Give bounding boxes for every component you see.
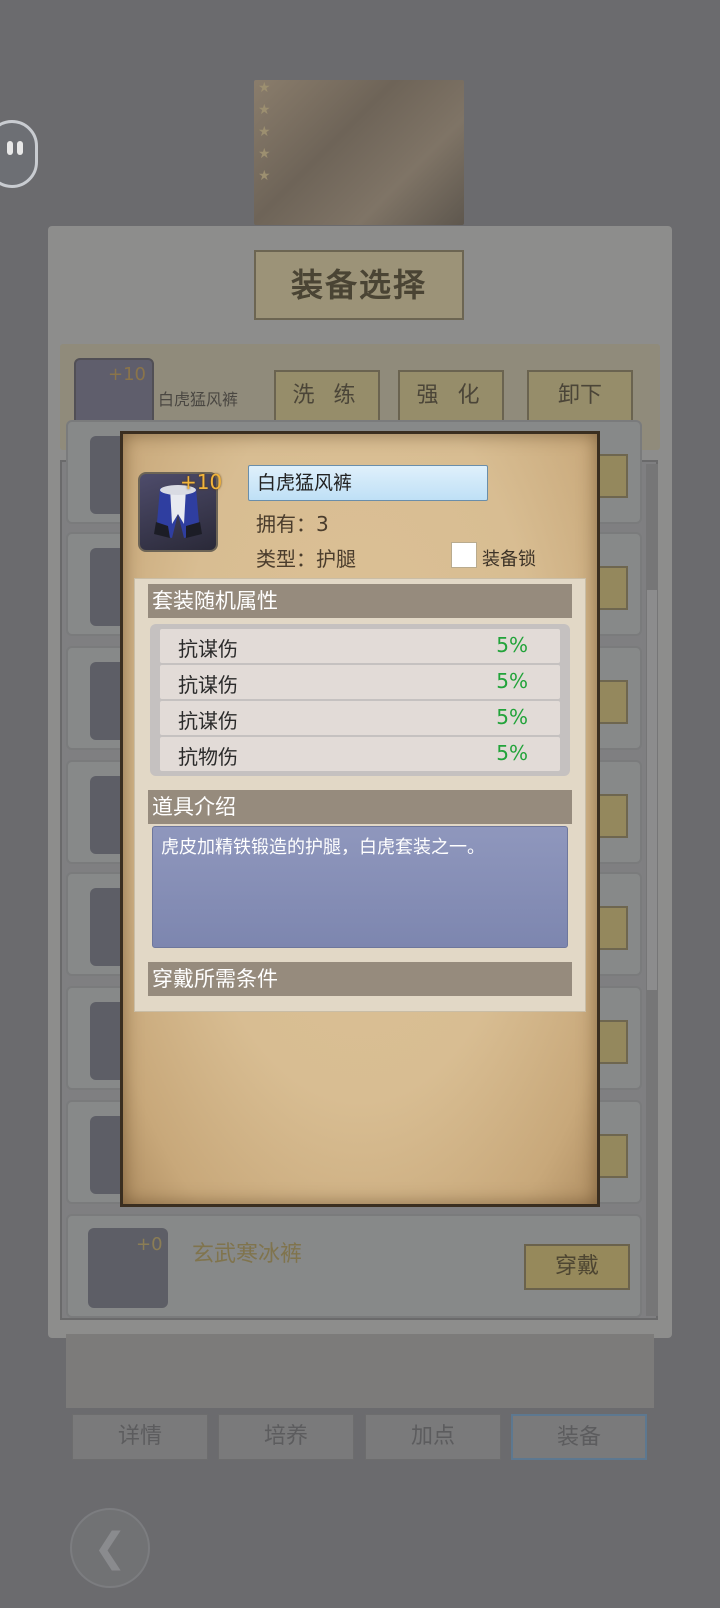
attribute-value: 5% [496, 741, 528, 765]
panel-title: 装备选择 [254, 250, 464, 320]
star-icon: ★ [258, 102, 271, 118]
attribute-row: 抗谋伤 5% [160, 665, 560, 699]
attribute-row: 抗谋伤 5% [160, 629, 560, 663]
refine-button[interactable]: 洗 练 [274, 370, 380, 422]
item-description: 虎皮加精铁锻造的护腿，白虎套装之一。 [152, 826, 568, 948]
tab-train[interactable]: 培养 [218, 1414, 354, 1460]
item-type: 类型：护腿 [256, 547, 356, 571]
owned-count: 拥有：3 [256, 512, 329, 536]
attribute-value: 5% [496, 633, 528, 657]
attribute-value: 5% [496, 669, 528, 693]
star-icon: ★ [258, 80, 271, 96]
attribute-name: 抗谋伤 [178, 637, 238, 661]
bottom-panel [66, 1334, 654, 1408]
hero-portrait: ★ ★ ★ ★ ★ [254, 80, 464, 225]
item-name: 玄武寒冰裤 [192, 1242, 303, 1267]
star-icon: ★ [258, 124, 271, 140]
item-level: +10 [180, 470, 223, 494]
star-icon: ★ [258, 168, 271, 184]
back-arrow-icon[interactable]: ❮ [70, 1508, 150, 1588]
tab-details[interactable]: 详情 [72, 1414, 208, 1460]
star-icon: ★ [258, 146, 271, 162]
attribute-row: 抗物伤 5% [160, 737, 560, 771]
tab-equipment[interactable]: 装备 [511, 1414, 647, 1460]
tab-add-points[interactable]: 加点 [365, 1414, 501, 1460]
set-attributes-header: 套装随机属性 [148, 584, 572, 618]
item-level: +0 [136, 1234, 163, 1255]
current-item-name: 白虎猛风裤 [158, 390, 239, 409]
equipment-lock-checkbox[interactable] [451, 542, 477, 568]
attribute-value: 5% [496, 705, 528, 729]
chat-icon[interactable] [0, 120, 38, 188]
scrollbar-thumb[interactable] [647, 590, 657, 990]
item-name: 白虎猛风裤 [248, 465, 488, 501]
unequip-button[interactable]: 卸下 [527, 370, 633, 422]
attribute-row: 抗谋伤 5% [160, 701, 560, 735]
equipment-lock-label: 装备锁 [482, 549, 536, 570]
current-item-level: +10 [108, 364, 146, 385]
enhance-button[interactable]: 强 化 [398, 370, 504, 422]
attribute-name: 抗谋伤 [178, 709, 238, 733]
item-description-header: 道具介绍 [148, 790, 572, 824]
equip-button[interactable]: 穿戴 [524, 1244, 630, 1290]
attribute-name: 抗物伤 [178, 745, 238, 769]
equip-requirements-header: 穿戴所需条件 [148, 962, 572, 996]
attribute-name: 抗谋伤 [178, 673, 238, 697]
